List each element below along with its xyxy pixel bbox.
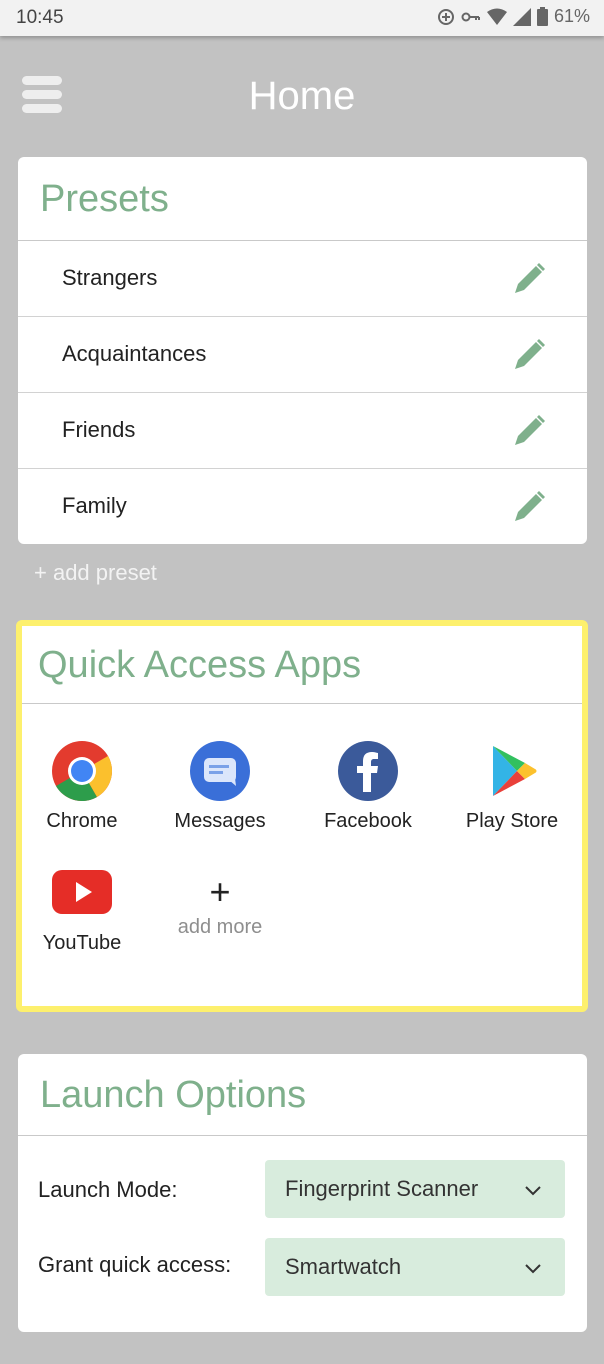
app-youtube[interactable]: YouTube (22, 862, 142, 955)
add-preset-button[interactable]: + add preset (34, 560, 157, 586)
app-messages[interactable]: Messages (160, 740, 280, 833)
app-label: Facebook (324, 810, 412, 832)
preset-label: Acquaintances (62, 341, 207, 366)
preset-row-acquaintances[interactable]: Acquaintances (18, 317, 587, 393)
preset-row-family[interactable]: Family (18, 469, 587, 544)
chrome-icon (52, 741, 113, 802)
status-bar: 10:45 61% (0, 0, 604, 36)
app-facebook[interactable]: Facebook (308, 740, 428, 833)
launch-options-card: Launch Options Launch Mode: Fingerprint … (18, 1054, 587, 1332)
battery-icon (536, 7, 548, 26)
preset-row-strangers[interactable]: Strangers (18, 241, 587, 317)
plus-icon: + (209, 871, 231, 912)
pencil-icon[interactable] (511, 261, 547, 297)
preset-label: Family (62, 493, 127, 518)
data-saver-icon (437, 8, 454, 25)
launch-mode-select[interactable]: Fingerprint Scanner (265, 1160, 565, 1218)
preset-label: Strangers (62, 265, 158, 290)
preset-label: Friends (62, 417, 136, 442)
chevron-down-icon (525, 1186, 541, 1196)
status-time: 10:45 (16, 7, 64, 28)
app-label: Messages (174, 810, 266, 832)
launch-mode-label: Launch Mode: (38, 1177, 178, 1202)
launch-mode-value: Fingerprint Scanner (285, 1176, 479, 1201)
pencil-icon[interactable] (511, 337, 547, 373)
grant-access-value: Smartwatch (285, 1254, 402, 1279)
youtube-icon (52, 870, 112, 914)
app-chrome[interactable]: Chrome (22, 740, 142, 833)
presets-card: Presets Strangers Acquaintances Friends … (18, 157, 587, 544)
page-title: Home (248, 74, 356, 118)
app-label: Chrome (46, 810, 118, 832)
status-icons: 61% (437, 6, 590, 27)
presets-title: Presets (18, 157, 587, 241)
pencil-icon[interactable] (511, 413, 547, 449)
grant-access-label: Grant quick access: (38, 1252, 232, 1277)
app-label: Play Store (465, 810, 559, 832)
play-store-icon (493, 746, 537, 796)
battery-percent: 61% (553, 6, 590, 26)
wifi-icon (486, 8, 507, 25)
messages-icon (190, 741, 250, 801)
add-more-button[interactable]: + add more (160, 862, 280, 939)
add-more-label: add more (177, 916, 263, 938)
chevron-down-icon (525, 1264, 541, 1274)
app-header: Home (0, 36, 604, 156)
grant-access-select[interactable]: Smartwatch (265, 1238, 565, 1296)
facebook-icon (338, 741, 398, 801)
quick-access-card: Quick Access Apps Chrome Messages Facebo… (16, 620, 588, 1012)
cell-signal-icon (512, 7, 531, 26)
quick-access-title: Quick Access Apps (22, 626, 582, 704)
launch-options-title: Launch Options (18, 1054, 587, 1136)
app-play-store[interactable]: Play Store (452, 740, 572, 833)
preset-row-friends[interactable]: Friends (18, 393, 587, 469)
pencil-icon[interactable] (511, 489, 547, 525)
vpn-key-icon (461, 12, 480, 21)
app-label: YouTube (42, 932, 122, 954)
